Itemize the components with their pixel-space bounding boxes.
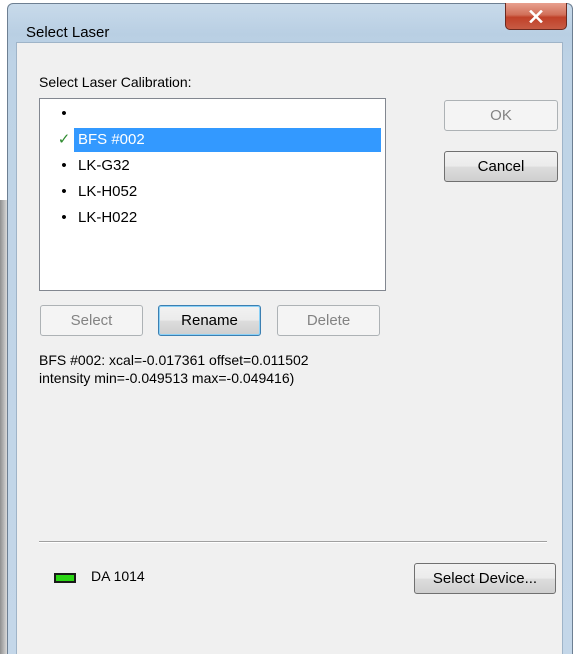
cancel-button[interactable]: Cancel [444,151,558,182]
calibration-details-line1: BFS #002: xcal=-0.017361 offset=0.011502 [39,352,309,368]
select-laser-dialog: Select Laser Select Laser Calibration: •… [7,3,573,654]
calibration-list[interactable]: • ✓ BFS #002 • LK-G32 • LK-H052 • LK-H02… [39,98,386,291]
dialog-body: Select Laser Calibration: • ✓ BFS #002 •… [16,42,563,654]
screen: Select Laser Select Laser Calibration: •… [0,0,580,654]
list-item-label: LK-G32 [78,157,130,174]
window-title: Select Laser [26,24,110,41]
select-device-button[interactable]: Select Device... [414,563,556,594]
select-button[interactable]: Select [40,305,143,336]
rename-button[interactable]: Rename [158,305,261,336]
list-item[interactable]: • LK-H052 [40,180,385,204]
calibration-details-line2: intensity min=-0.049513 max=-0.049416) [39,370,295,386]
bullet-icon: • [61,209,67,226]
background-window-edge [0,200,7,654]
list-item[interactable]: • LK-H022 [40,206,385,230]
list-item-label: BFS #002 [74,128,381,152]
divider [39,541,547,543]
list-item-selected[interactable]: ✓ BFS #002 [40,128,385,152]
delete-button[interactable]: Delete [277,305,380,336]
calibration-list-label: Select Laser Calibration: [39,74,192,90]
list-item-label [74,102,82,126]
list-item-label: LK-H052 [78,183,138,200]
list-item[interactable]: • LK-G32 [40,154,385,178]
bullet-icon: • [61,183,67,200]
title-bar[interactable]: Select Laser [8,3,572,42]
close-button[interactable] [505,3,567,30]
bullet-icon: • [61,105,67,122]
list-item[interactable]: • [40,102,385,126]
list-item-label: LK-H022 [78,209,138,226]
device-status-led-icon [54,573,76,583]
close-x-icon [529,9,543,23]
bullet-icon: • [61,157,67,174]
device-name: DA 1014 [91,568,145,584]
checkmark-icon: ✓ [57,131,71,148]
ok-button[interactable]: OK [444,100,558,131]
